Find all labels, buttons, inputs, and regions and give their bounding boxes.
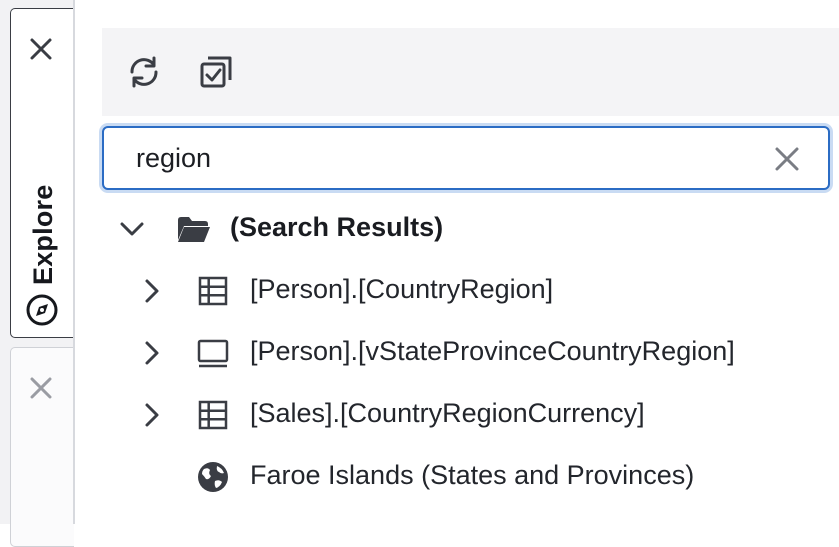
tree-item[interactable]: [Sales].[CountryRegionCurrency] [102,384,839,446]
tab-explore[interactable]: Explore [10,8,74,338]
chevron-right-icon[interactable] [138,339,166,367]
refresh-icon [130,56,158,88]
table-icon [198,276,228,306]
close-icon[interactable] [25,33,57,65]
select-all-button[interactable] [194,50,238,94]
side-tab-strip: Explore [0,0,74,547]
chevron-down-icon[interactable] [118,215,146,243]
globe-icon [198,462,228,492]
tab-label: Explore [28,184,58,285]
tree-label: (Search Results) [230,212,444,242]
table-icon [198,400,228,430]
tree-item[interactable]: [Person].[vStateProvinceCountryRegion] [102,322,839,384]
view-icon [197,339,229,368]
chevron-right-icon[interactable] [138,277,166,305]
tree-label: [Person].[CountryRegion] [250,274,554,304]
select-all-icon [200,56,232,88]
tab-secondary[interactable] [10,347,74,547]
tree-label: [Sales].[CountryRegionCurrency] [250,398,645,428]
chevron-right-icon[interactable] [138,401,166,429]
search-box [102,126,830,190]
tree-label: [Person].[vStateProvinceCountryRegion] [250,336,735,366]
close-icon[interactable] [25,372,57,404]
compass-icon [25,293,59,327]
folder-open-icon [178,217,210,242]
toolbar [102,28,839,116]
divider [73,0,75,524]
tree-item[interactable]: [Person].[CountryRegion] [102,260,839,322]
clear-search-button[interactable] [772,144,802,174]
refresh-button[interactable] [122,50,166,94]
search-input[interactable] [136,138,756,178]
close-icon [775,147,799,171]
tree-root-search-results[interactable]: (Search Results) [102,198,839,260]
tree-label: Faroe Islands (States and Provinces) [250,460,695,490]
tree-item[interactable]: Faroe Islands (States and Provinces) [102,446,839,508]
explore-tree: (Search Results) [Person].[CountryRegion… [102,198,839,508]
